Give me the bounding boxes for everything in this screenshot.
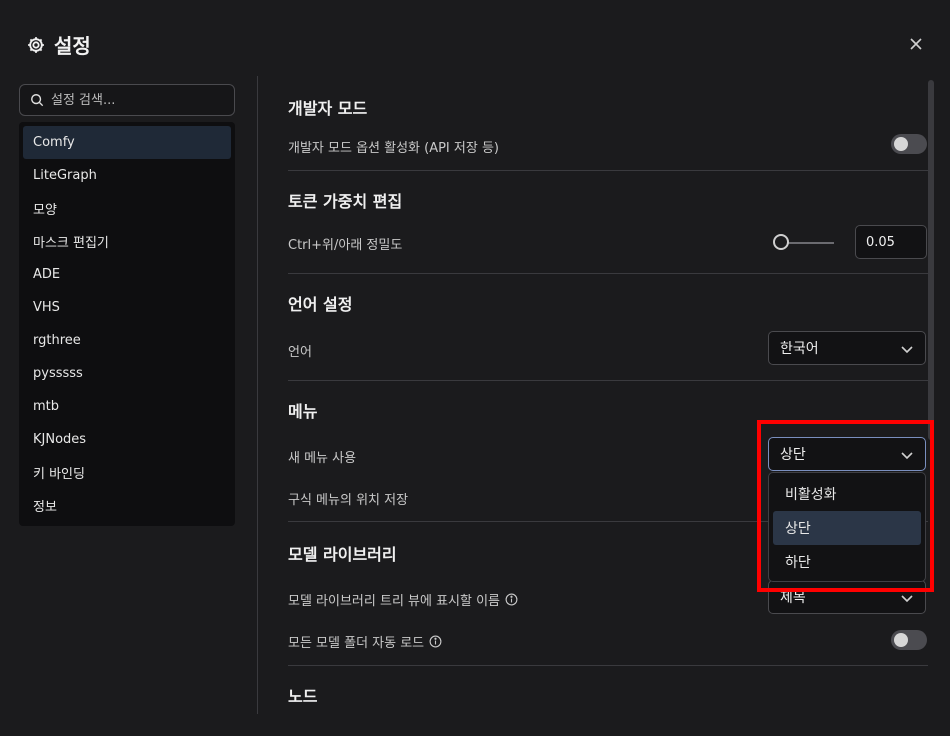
search-box[interactable] [19,84,235,116]
sidebar-item-ade[interactable]: ADE [23,258,231,291]
search-input[interactable] [51,92,221,108]
search-icon [31,94,44,107]
sidebar-item-kjnodes[interactable]: KJNodes [23,423,231,456]
precision-input[interactable]: 0.05 [855,225,927,259]
autoload-label: 모든 모델 폴더 자동 로드 [288,632,442,651]
autoload-label-text: 모든 모델 폴더 자동 로드 [288,636,425,651]
section-title-token-weight: 토큰 가중치 편집 [288,192,403,211]
dev-mode-label: 개발자 모드 옵션 활성화 (API 저장 등) [288,141,499,156]
section-divider [288,170,928,171]
info-icon[interactable] [429,635,442,648]
close-icon[interactable] [906,34,926,54]
sidebar-item-rgthree[interactable]: rgthree [23,324,231,357]
model-name-label-text: 모델 라이브러리 트리 뷰에 표시할 이름 [288,594,501,609]
language-select-value: 한국어 [780,341,819,357]
sidebar-item-vhs[interactable]: VHS [23,291,231,324]
scrollbar[interactable] [928,80,934,440]
sidebar-item-litegraph[interactable]: LiteGraph [23,159,231,192]
section-title-dev-mode: 개발자 모드 [288,99,368,118]
chevron-down-icon [901,346,913,354]
language-select[interactable]: 한국어 [768,331,926,365]
new-menu-label: 새 메뉴 사용 [288,451,357,466]
precision-slider-handle[interactable] [773,234,789,250]
model-name-label: 모델 라이브러리 트리 뷰에 표시할 이름 [288,590,518,609]
vertical-divider [257,76,258,714]
settings-dialog: 설정 Comfy LiteGraph 모양 마스크 편집기 ADE VHS rg… [0,0,950,736]
info-icon[interactable] [505,593,518,606]
page-title: 설정 [54,34,91,58]
sidebar-item-appearance[interactable]: 모양 [23,192,231,225]
gear-icon [28,36,44,53]
sidebar: Comfy LiteGraph 모양 마스크 편집기 ADE VHS rgthr… [19,122,235,526]
sidebar-item-about[interactable]: 정보 [23,489,231,522]
save-menu-position-label: 구식 메뉴의 위치 저장 [288,493,409,508]
sidebar-item-mtb[interactable]: mtb [23,390,231,423]
sidebar-item-comfy[interactable]: Comfy [23,126,231,159]
section-title-menu: 메뉴 [288,402,318,421]
section-divider [288,665,928,666]
section-title-model-library: 모델 라이브러리 [288,545,397,564]
dialog-header: 설정 [26,30,91,59]
chevron-down-icon [901,595,913,603]
section-divider [288,380,928,381]
section-title-node: 노드 [288,687,318,706]
section-title-language: 언어 설정 [288,295,353,314]
language-label: 언어 [288,345,312,360]
sidebar-item-mask-editor[interactable]: 마스크 편집기 [23,225,231,258]
precision-label: Ctrl+위/아래 정밀도 [288,238,403,253]
highlight-box [757,420,934,592]
autoload-toggle[interactable] [891,630,927,650]
sidebar-item-keybinding[interactable]: 키 바인딩 [23,456,231,489]
dev-mode-toggle[interactable] [891,134,927,154]
section-divider [288,273,928,274]
sidebar-item-pysssss[interactable]: pysssss [23,357,231,390]
